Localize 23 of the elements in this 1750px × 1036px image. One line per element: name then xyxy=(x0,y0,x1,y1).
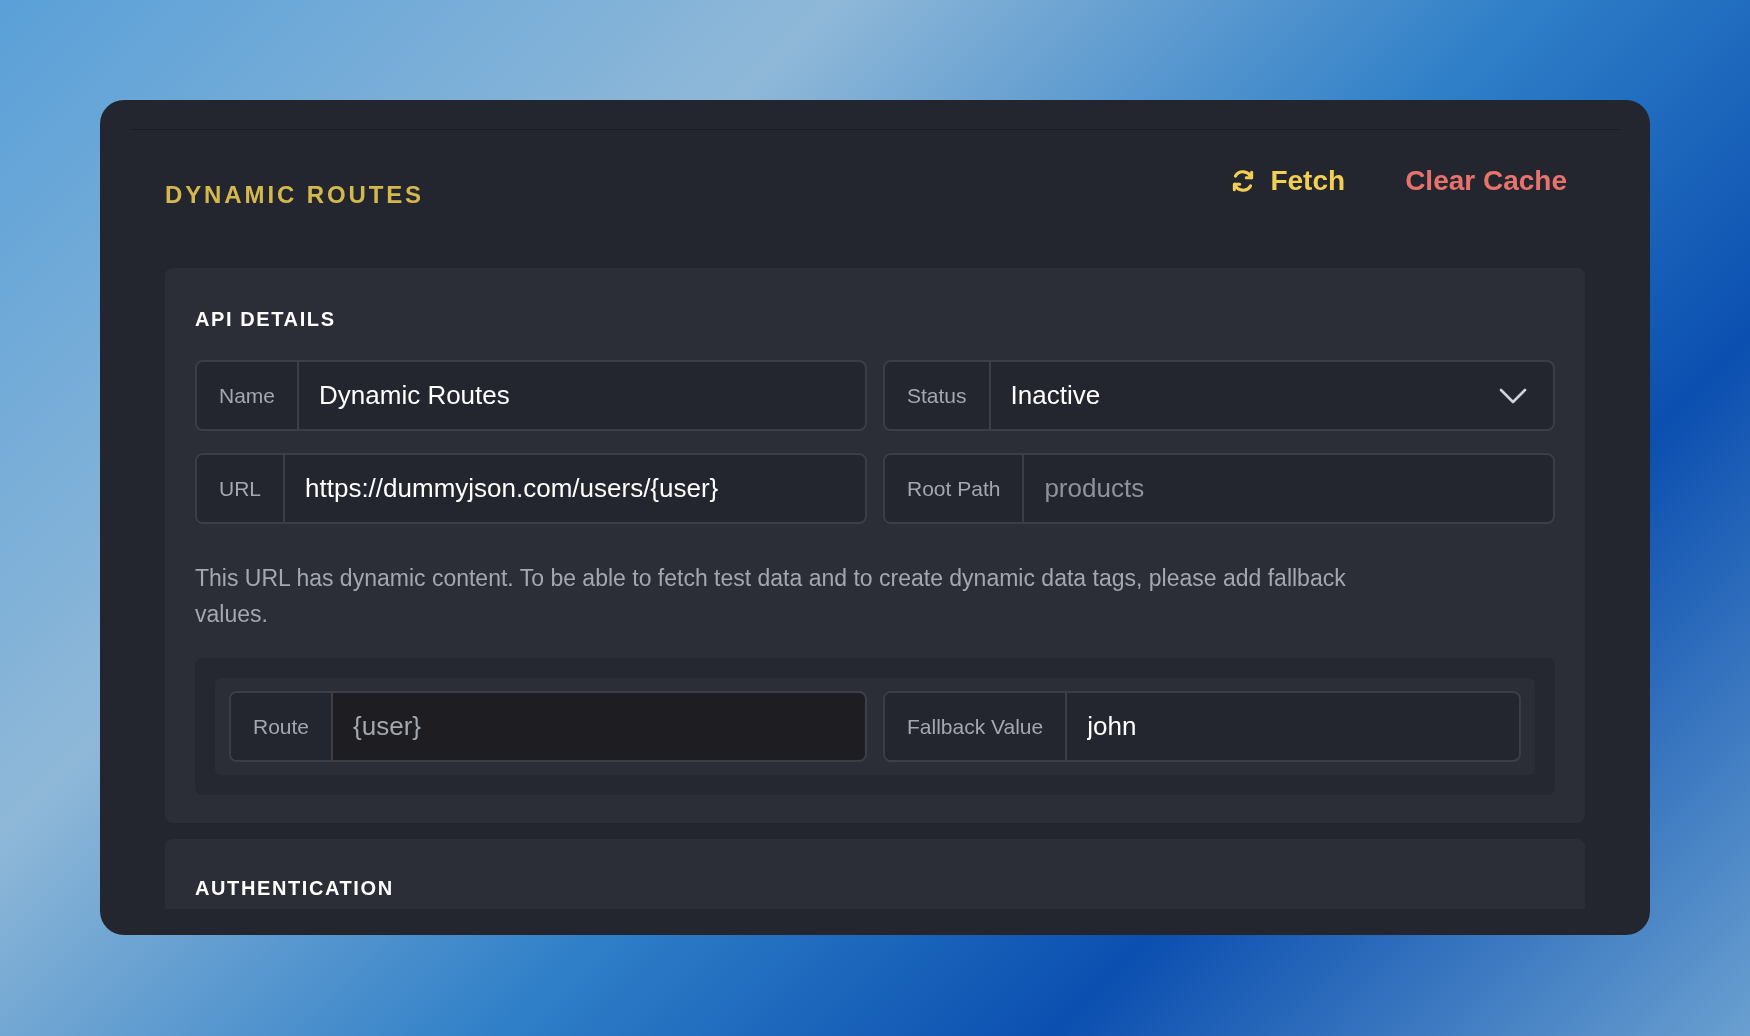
input-field[interactable]: john xyxy=(1067,693,1519,760)
chevron-down-icon xyxy=(1499,387,1527,404)
input-field[interactable]: https://dummyjson.com/users/{user} xyxy=(285,455,865,522)
status-select[interactable]: Inactive xyxy=(990,362,1499,429)
field-label: Status xyxy=(885,362,991,429)
input-group[interactable]: Fallback Value john xyxy=(883,691,1521,762)
field-label: Name xyxy=(197,362,300,429)
input-field[interactable]: Dynamic Routes xyxy=(299,362,865,429)
card-heading: API DETAILS xyxy=(195,307,337,332)
section-title: DYNAMIC ROUTES xyxy=(165,180,424,210)
field-label: Fallback Value xyxy=(885,693,1068,760)
input-group[interactable]: Name Dynamic Routes xyxy=(195,360,867,431)
input-group[interactable]: URL https://dummyjson.com/users/{user} xyxy=(195,453,867,524)
notice-text: This URL has dynamic content. To be able to fetch test data and to create dynamic data tags, please add fallback values. xyxy=(195,564,1347,629)
field-label: URL xyxy=(197,455,285,522)
select-group[interactable]: Status Inactive xyxy=(883,360,1555,431)
input-field[interactable]: products xyxy=(1024,455,1553,522)
field-label: Root Path xyxy=(885,455,1025,522)
clear-cache-button[interactable]: Clear Cache xyxy=(1405,160,1567,202)
input-group[interactable]: Root Path products xyxy=(883,453,1555,524)
fetch-button[interactable]: Fetch xyxy=(1230,160,1346,202)
card-heading: AUTHENTICATION xyxy=(195,877,394,899)
field-label: Route xyxy=(231,693,334,760)
